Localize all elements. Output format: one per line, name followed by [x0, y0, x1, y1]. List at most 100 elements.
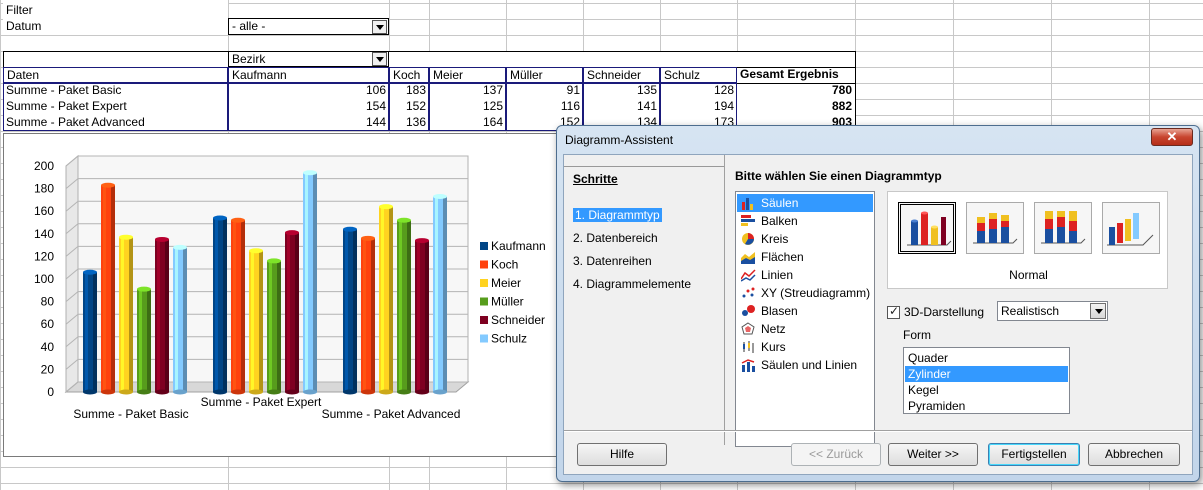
chart-type-item[interactable]: Flächen: [737, 248, 873, 266]
bezirk-field[interactable]: Bezirk: [228, 51, 389, 67]
chart-type-item[interactable]: Kreis: [737, 230, 873, 248]
finish-button[interactable]: Fertigstellen: [988, 443, 1080, 466]
table-cell[interactable]: 194: [660, 99, 737, 115]
table-cell[interactable]: 136: [389, 115, 429, 131]
row-label[interactable]: Summe - Paket Basic: [3, 83, 228, 99]
bar-m-ller-2[interactable]: [267, 258, 281, 395]
chart-type-item[interactable]: Säulen und Linien: [737, 356, 873, 374]
chart-type-item[interactable]: Kurs: [737, 338, 873, 356]
variant-percent-tile[interactable]: [1034, 202, 1092, 254]
bar-kaufmann-2[interactable]: [213, 215, 227, 395]
bezirk-label: Bezirk: [232, 52, 266, 66]
cancel-button[interactable]: Abbrechen: [1088, 443, 1180, 466]
y-tick-label: 160: [34, 204, 54, 218]
chart-object[interactable]: 0 20 40 60 80 100 120 140 160 180 200 Summe - Paket…: [3, 133, 563, 457]
table-cell[interactable]: 152: [389, 99, 429, 115]
table-cell[interactable]: 106: [228, 83, 389, 99]
table-cell[interactable]: 135: [583, 83, 660, 99]
table-cell[interactable]: 116: [506, 99, 583, 115]
bar-schulz-3[interactable]: [433, 194, 447, 395]
chart-type-item[interactable]: Säulen: [737, 194, 873, 212]
threed-mode-select[interactable]: Realistisch: [997, 301, 1108, 321]
bar-koch-3[interactable]: [361, 235, 375, 395]
threed-checkbox[interactable]: [887, 304, 900, 319]
bar-meier-1[interactable]: [119, 234, 133, 395]
threed-label: 3D-Darstellung: [904, 305, 985, 319]
variant-stacked-tile[interactable]: [966, 202, 1024, 254]
bar-meier-3[interactable]: [379, 204, 393, 395]
close-icon[interactable]: ✕: [1151, 128, 1193, 146]
column-line-chart-icon: [741, 359, 755, 372]
shape-item[interactable]: Kegel: [905, 382, 1068, 398]
chart-type-item[interactable]: XY (Streudiagramm): [737, 284, 873, 302]
legend-swatch: [480, 279, 488, 287]
total-cell[interactable]: 882: [737, 99, 855, 115]
dialog-title: Diagramm-Assistent: [565, 133, 674, 147]
table-cell[interactable]: 125: [429, 99, 506, 115]
table-cell[interactable]: 164: [429, 115, 506, 131]
chart-wizard-dialog: Diagramm-Assistent ✕ Schritte 1. Diagram…: [556, 125, 1200, 482]
bar-koch-1[interactable]: [101, 182, 115, 395]
variant-normal-tile[interactable]: [898, 202, 956, 254]
cylinder-deep-icon: [1107, 213, 1154, 246]
shape-item[interactable]: Zylinder: [905, 366, 1068, 382]
chevron-down-icon[interactable]: [1090, 303, 1106, 319]
column-header[interactable]: Kaufmann: [228, 67, 389, 83]
variant-deep-tile[interactable]: [1102, 202, 1160, 254]
row-label[interactable]: Summe - Paket Advanced: [3, 115, 228, 131]
column-header[interactable]: Schneider: [583, 67, 660, 83]
step-diagrammelemente[interactable]: 4. Diagrammelemente: [573, 277, 691, 291]
type-heading: Bitte wählen Sie einen Diagrammtyp: [735, 169, 942, 183]
datum-filter-cell[interactable]: - alle -: [228, 18, 389, 35]
column-header[interactable]: Koch: [389, 67, 429, 83]
table-cell[interactable]: 137: [429, 83, 506, 99]
net-chart-icon: [741, 322, 755, 335]
bar-schneider-1[interactable]: [155, 236, 169, 395]
step-diagrammtyp[interactable]: 1. Diagrammtyp: [573, 208, 662, 222]
table-cell[interactable]: 91: [506, 83, 583, 99]
chart-type-item[interactable]: Netz: [737, 320, 873, 338]
y-tick-label: 80: [41, 295, 55, 309]
total-cell[interactable]: 780: [737, 83, 855, 99]
daten-label[interactable]: Daten: [3, 67, 228, 83]
bar-schneider-2[interactable]: [285, 230, 299, 395]
bar-schulz-1[interactable]: [173, 244, 187, 395]
datum-dropdown-icon[interactable]: [372, 20, 387, 34]
shape-list[interactable]: Quader Zylinder Kegel Pyramiden: [903, 347, 1070, 414]
table-cell[interactable]: 144: [228, 115, 389, 131]
bar-m-ller-1[interactable]: [137, 286, 151, 395]
row-label[interactable]: Summe - Paket Expert: [3, 99, 228, 115]
shape-item[interactable]: Pyramiden: [905, 398, 1068, 414]
table-cell[interactable]: 183: [389, 83, 429, 99]
bar-schulz-2[interactable]: [303, 170, 317, 395]
chart-type-item[interactable]: Linien: [737, 266, 873, 284]
column-header[interactable]: Müller: [506, 67, 583, 83]
column-header[interactable]: Meier: [429, 67, 506, 83]
chart-type-list[interactable]: Säulen Balken Kreis Flächen Linien XY (S…: [735, 191, 875, 447]
table-cell[interactable]: 128: [660, 83, 737, 99]
chart-type-item[interactable]: Blasen: [737, 302, 873, 320]
y-tick-label: 180: [34, 182, 54, 196]
chart-type-item[interactable]: Balken: [737, 212, 873, 230]
shape-item[interactable]: Quader: [905, 350, 1068, 366]
step-datenreihen[interactable]: 3. Datenreihen: [573, 254, 652, 268]
bar-schneider-3[interactable]: [415, 238, 429, 395]
help-button[interactable]: Hilfe: [577, 443, 667, 466]
cylinder-normal-icon: [907, 211, 952, 246]
column-chart-icon: [742, 198, 753, 210]
legend-swatch: [480, 297, 488, 306]
bezirk-dropdown-icon[interactable]: [372, 52, 387, 66]
x-category-label: Summe - Paket Expert: [201, 395, 322, 409]
x-category-label: Summe - Paket Advanced: [322, 407, 461, 421]
next-button[interactable]: Weiter >>: [888, 443, 978, 466]
step-datenbereich[interactable]: 2. Datenbereich: [573, 231, 658, 245]
back-button[interactable]: << Zurück: [791, 443, 881, 466]
bar-m-ller-3[interactable]: [397, 217, 411, 395]
bar-kaufmann-3[interactable]: [343, 226, 357, 395]
bar-kaufmann-1[interactable]: [83, 269, 97, 395]
table-cell[interactable]: 141: [583, 99, 660, 115]
bar-meier-2[interactable]: [249, 248, 263, 395]
table-cell[interactable]: 154: [228, 99, 389, 115]
column-header[interactable]: Schulz: [660, 67, 737, 83]
bar-koch-2[interactable]: [231, 217, 245, 395]
